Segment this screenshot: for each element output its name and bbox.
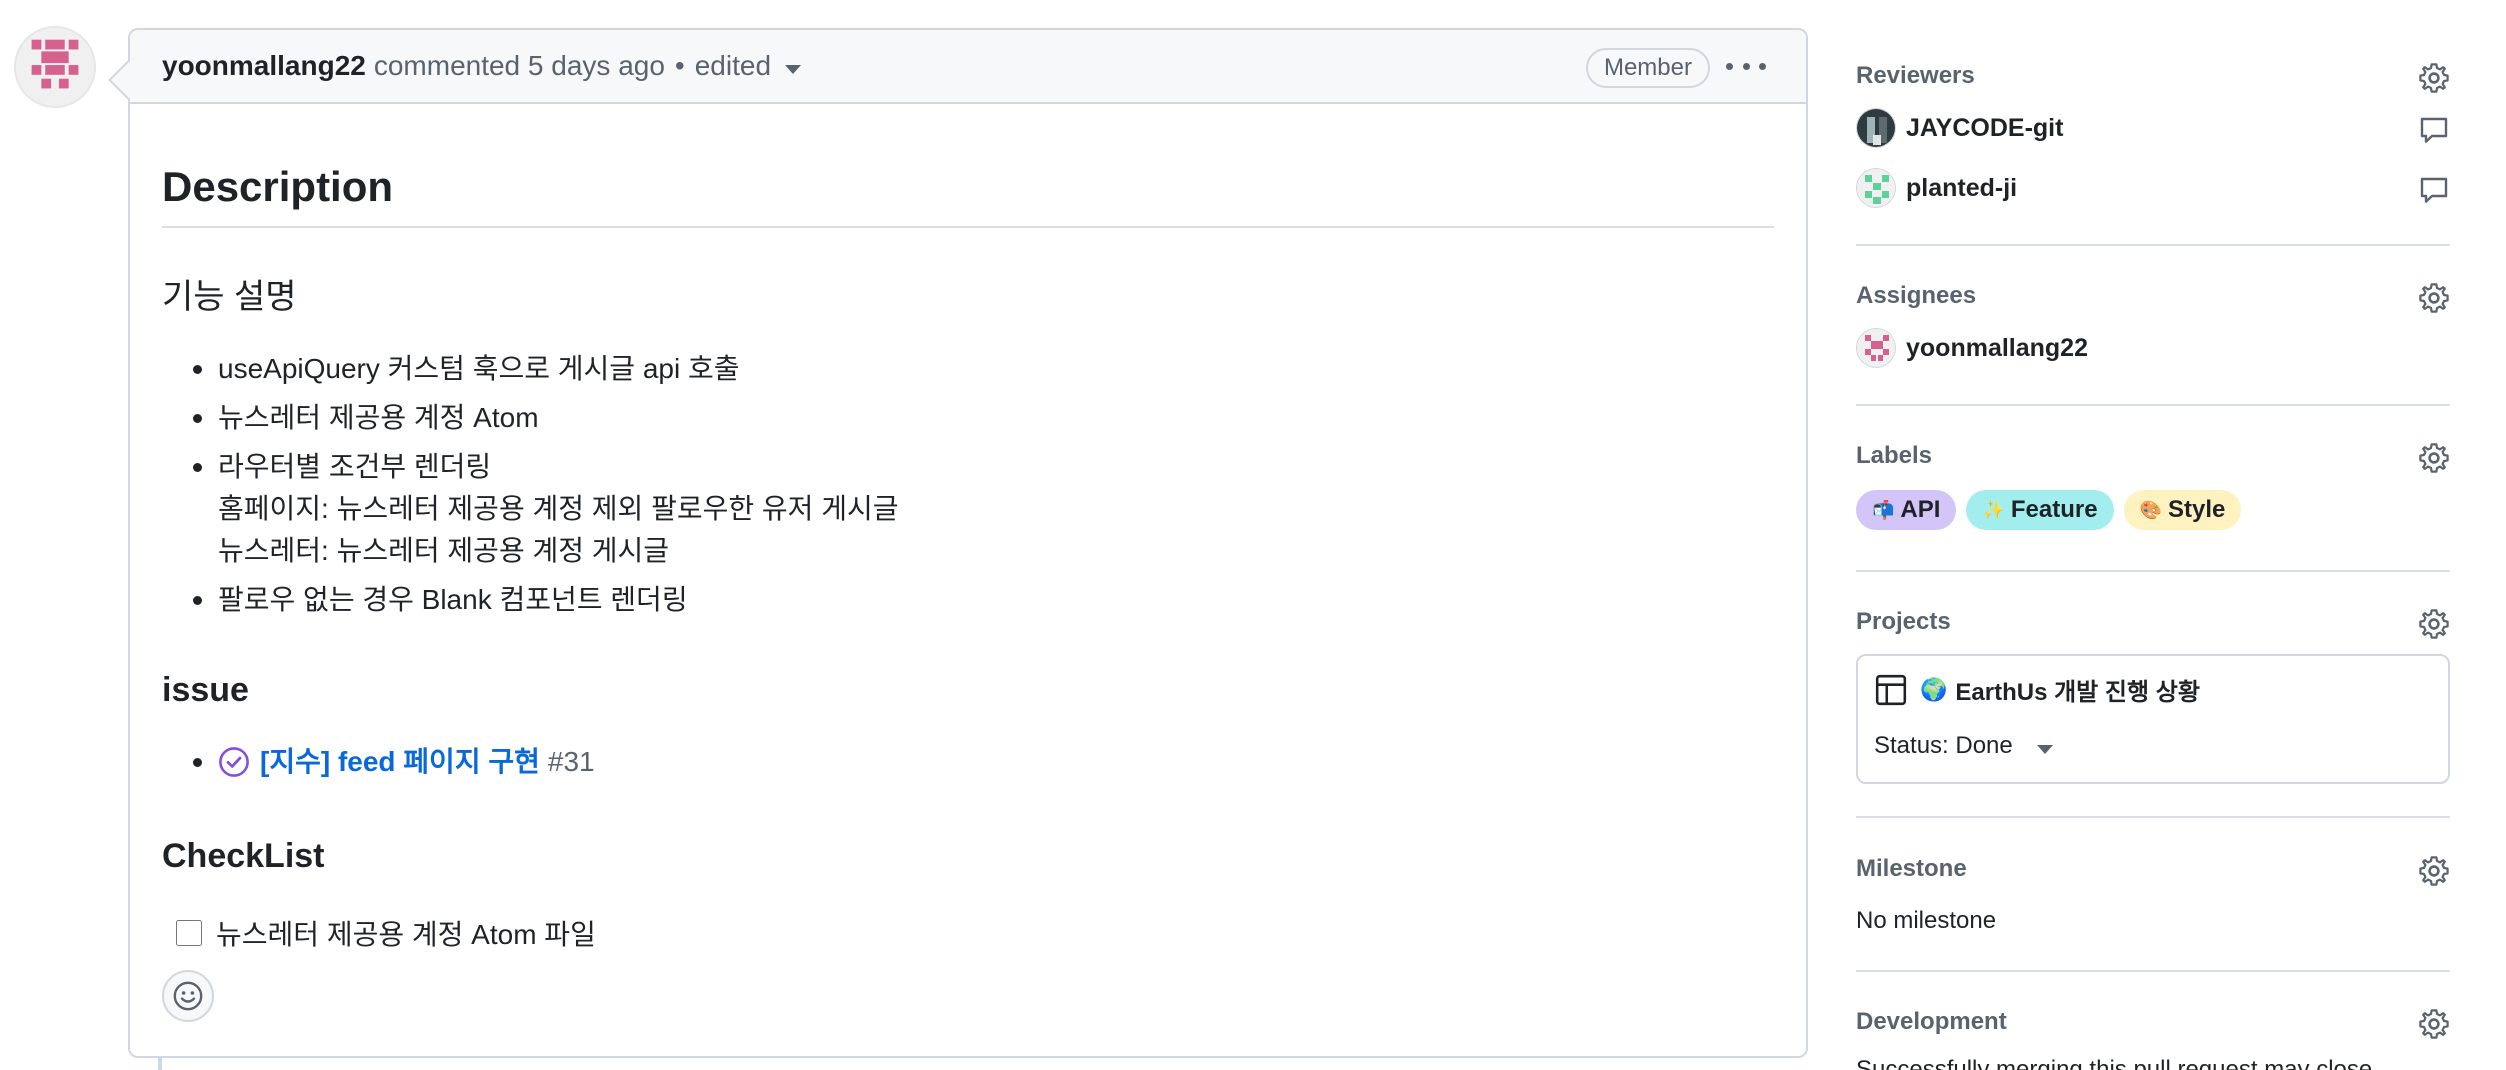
gear-icon[interactable] (2418, 608, 2450, 640)
labels-section: Labels 📬 API ✨ Feature 🎨 Style (1856, 442, 2450, 530)
chevron-down-icon (2036, 744, 2053, 754)
label-text: Feature (2010, 496, 2098, 523)
list-item: useApiQuery 커스텀 훅으로 게시글 api 호출 (162, 348, 1774, 390)
list-item-text: 라우터별 조건부 렌더링 (218, 451, 492, 482)
list-item: 뉴스레터 제공용 계정 Atom (162, 397, 1774, 439)
comment-author-link[interactable]: yoonmallang22 (162, 50, 366, 82)
labels-title[interactable]: Labels (1856, 442, 2450, 470)
reviewers-section: Reviewers JAYCODE-git planted-ji (1856, 62, 2450, 208)
gear-icon[interactable] (2418, 62, 2450, 94)
project-status-dropdown[interactable]: Status: Done (1874, 732, 2053, 760)
reviewer-jaycode[interactable]: JAYCODE-git (1856, 108, 2063, 148)
issue-heading: issue (162, 671, 249, 709)
avatar (1856, 108, 1896, 148)
list-item-subline: 뉴스레터: 뉴스레터 제공용 계정 게시글 (218, 535, 670, 566)
gear-icon[interactable] (2418, 442, 2450, 474)
comment-body: Description 기능 설명 useApiQuery 커스텀 훅으로 게시… (162, 104, 1774, 953)
reviewer-name: JAYCODE-git (1906, 113, 2064, 142)
checklist-label: 뉴스레터 제공용 계정 Atom 파일 (216, 919, 596, 950)
comment-action: commented (373, 50, 521, 81)
edited-dropdown[interactable]: edited (694, 50, 802, 82)
gear-icon[interactable] (2418, 855, 2450, 887)
check-circle-icon (219, 747, 249, 777)
comment-header: yoonmallang22 commented 5 days ago • edi… (130, 30, 1806, 104)
development-title[interactable]: Development (1856, 1008, 2450, 1036)
palette-icon: 🎨 (2139, 499, 2162, 520)
feature-list: useApiQuery 커스텀 훅으로 게시글 api 호출 뉴스레터 제공용 … (162, 348, 1774, 621)
edited-label: edited (694, 50, 772, 81)
globe-icon: 🌍 (1920, 676, 1948, 702)
project-link[interactable]: 🌍 EarthUs 개발 진행 상황 (1874, 672, 2200, 707)
assignees-title[interactable]: Assignees (1856, 282, 2450, 310)
comment-timestamp[interactable]: 5 days ago (528, 50, 665, 82)
comment-card: yoonmallang22 commented 5 days ago • edi… (128, 28, 1808, 1058)
assignees-section: Assignees yoonmallang22 (1856, 282, 2450, 368)
project-status-label: Status: Done (1874, 732, 2013, 759)
milestone-title[interactable]: Milestone (1856, 855, 2450, 883)
comment-icon[interactable] (2418, 114, 2450, 146)
divider (1856, 816, 2450, 818)
reviewer-planted[interactable]: planted-ji (1856, 168, 2017, 208)
mailbox-icon: 📬 (1872, 499, 1895, 520)
comment-icon[interactable] (2418, 174, 2450, 206)
label-api[interactable]: 📬 API (1856, 490, 1957, 530)
smiley-icon (173, 981, 203, 1011)
project-name: EarthUs 개발 진행 상황 (1955, 679, 2200, 706)
gear-icon[interactable] (2418, 1008, 2450, 1040)
header-separator: • (674, 50, 685, 81)
table-icon (1875, 674, 1907, 705)
linked-issue: [지수] feed 페이지 구현 #31 (162, 741, 1774, 783)
chevron-down-icon (785, 64, 802, 74)
label-list: 📬 API ✨ Feature 🎨 Style (1856, 490, 2242, 530)
projects-section: Projects 🌍 EarthUs 개발 진행 상황 Status: Done (1856, 608, 2450, 784)
feature-heading: 기능 설명 (162, 278, 297, 316)
milestone-section: Milestone No milestone (1856, 855, 2450, 934)
list-item: 팔로우 없는 경우 Blank 컴포넌트 렌더링 (162, 579, 1774, 621)
avatar (1856, 168, 1896, 208)
list-item: 라우터별 조건부 렌더링 홈페이지: 뉴스레터 제공용 계정 제외 팔로우한 유… (162, 446, 1774, 572)
development-section: Development (1856, 1008, 2450, 1039)
add-reaction-button[interactable] (162, 970, 214, 1022)
project-card: 🌍 EarthUs 개발 진행 상황 Status: Done (1856, 654, 2450, 784)
description-heading: Description (162, 166, 1774, 228)
label-text: Style (2167, 496, 2226, 523)
assignee-name: yoonmallang22 (1906, 333, 2088, 362)
reviewer-name: planted-ji (1906, 173, 2018, 202)
label-feature[interactable]: ✨ Feature (1966, 490, 2114, 530)
development-value: Successfully merging this pull request m… (1856, 1058, 2372, 1070)
kebab-menu-icon[interactable] (1726, 56, 1766, 76)
sparkles-icon: ✨ (1982, 499, 2005, 520)
gear-icon[interactable] (2418, 282, 2450, 314)
reviewers-title[interactable]: Reviewers (1856, 62, 2450, 90)
projects-title[interactable]: Projects (1856, 608, 2450, 636)
divider (1856, 570, 2450, 572)
checklist-checkbox[interactable] (176, 920, 202, 946)
divider (1856, 244, 2450, 246)
avatar (1856, 328, 1896, 368)
divider (1856, 970, 2450, 972)
milestone-value: No milestone (1856, 907, 1997, 934)
checklist-item: 뉴스레터 제공용 계정 Atom 파일 (162, 913, 1774, 953)
issue-number: #31 (547, 746, 595, 777)
timeline-line (158, 1058, 162, 1070)
label-text: API (1900, 496, 1941, 523)
member-badge: Member (1585, 48, 1710, 88)
author-avatar[interactable] (14, 26, 96, 108)
list-item-subline: 홈페이지: 뉴스레터 제공용 계정 제외 팔로우한 유저 게시글 (218, 493, 899, 524)
label-style[interactable]: 🎨 Style (2123, 490, 2242, 530)
checklist-heading: CheckList (162, 837, 325, 875)
assignee-yoonmallang[interactable]: yoonmallang22 (1856, 328, 2088, 368)
issue-link[interactable]: [지수] feed 페이지 구현 (260, 741, 540, 783)
divider (1856, 404, 2450, 406)
identicon-image (16, 28, 94, 106)
